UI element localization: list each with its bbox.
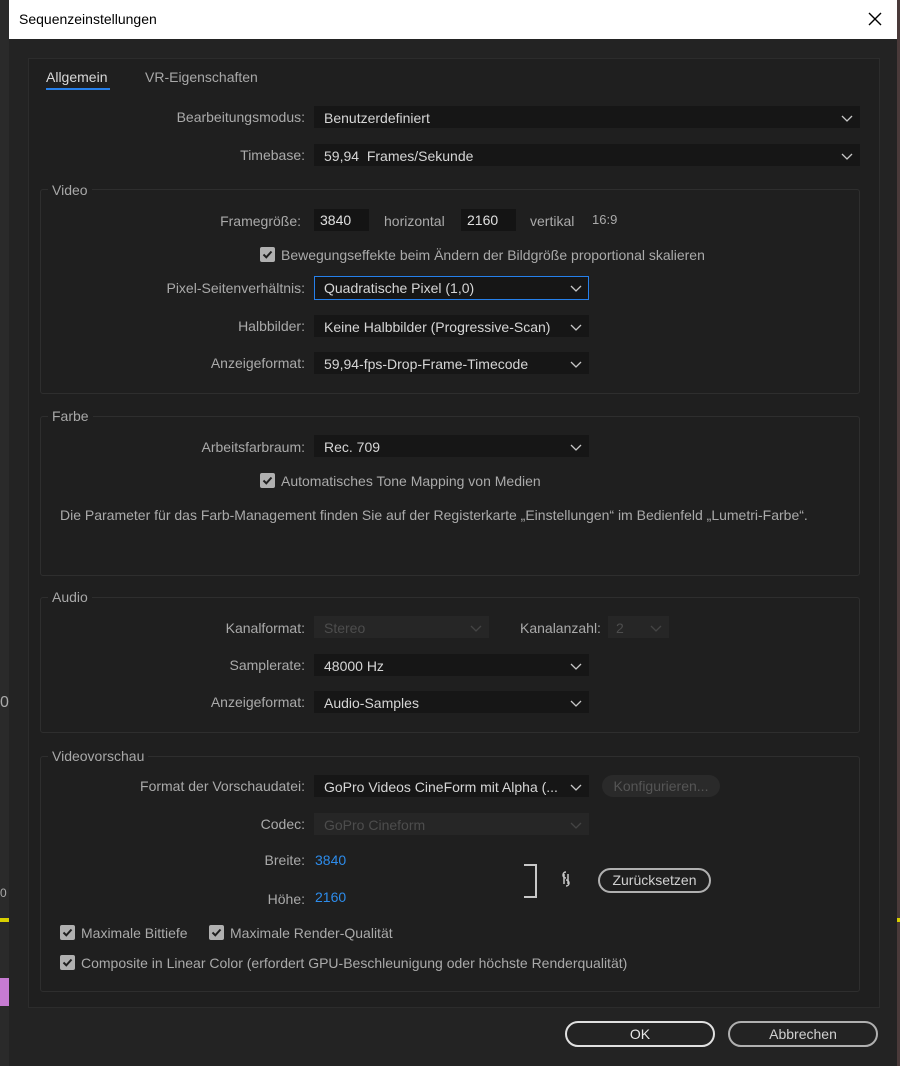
pixel-aspect-label: Pixel-Seitenverhältnis: — [166, 280, 305, 296]
channel-format-label: Kanalformat: — [225, 620, 305, 636]
close-icon[interactable] — [863, 7, 887, 31]
checkmark-icon — [62, 928, 73, 937]
horizontal-label: horizontal — [384, 213, 445, 229]
codec-label: Codec: — [260, 816, 305, 832]
edit-mode-label: Bearbeitungsmodus: — [176, 109, 305, 125]
color-section-title: Farbe — [48, 408, 93, 424]
chevron-down-icon — [570, 700, 582, 707]
link-bracket-icon — [524, 864, 537, 898]
configure-button[interactable]: Konfigurieren... — [602, 775, 720, 797]
background-playhead-marker — [0, 918, 9, 922]
dialog-title: Sequenzeinstellungen — [19, 11, 157, 27]
frame-size-label: Framegröße: — [220, 213, 301, 229]
edit-mode-value: Benutzerdefiniert — [324, 110, 430, 126]
working-space-label: Arbeitsfarbraum: — [201, 439, 305, 455]
sample-rate-dropdown[interactable]: 48000 Hz — [314, 654, 589, 676]
video-preview-section-title: Videovorschau — [48, 748, 149, 764]
max-render-quality-label: Maximale Render-Qualität — [230, 925, 393, 941]
checkmark-icon — [211, 928, 222, 937]
color-management-info: Die Parameter für das Farb-Management fi… — [60, 507, 808, 523]
working-space-value: Rec. 709 — [324, 439, 381, 455]
pixel-aspect-dropdown[interactable]: Quadratische Pixel (1,0) — [314, 276, 589, 300]
audio-display-format-label: Anzeigeformat: — [210, 694, 305, 710]
sample-rate-label: Samplerate: — [229, 657, 305, 673]
max-bit-depth-checkbox[interactable] — [60, 925, 75, 940]
timebase-dropdown[interactable]: 59,94 Frames/Sekunde — [314, 144, 860, 166]
preview-file-format-value: GoPro Videos CineForm mit Alpha (... — [324, 779, 558, 795]
scale-checkbox[interactable] — [260, 247, 275, 262]
dialog-body: Allgemein VR-Eigenschaften Bearbeitungsm… — [9, 39, 897, 1066]
chevron-down-icon — [570, 324, 582, 331]
timebase-value: 59,94 Frames/Sekunde — [324, 148, 474, 164]
fields-dropdown[interactable]: Keine Halbbilder (Progressive-Scan) — [314, 315, 589, 337]
video-display-format-value: 59,94-fps-Drop-Frame-Timecode — [324, 356, 529, 372]
channel-count-value: 2 — [616, 620, 624, 636]
codec-dropdown[interactable]: GoPro Cineform — [314, 813, 589, 835]
chain-link-icon[interactable] — [559, 868, 573, 890]
chevron-down-icon — [470, 625, 482, 632]
tab-general[interactable]: Allgemein — [46, 69, 107, 85]
background-app-left — [0, 0, 9, 1066]
tone-mapping-checkbox[interactable] — [260, 473, 275, 488]
background-timeline-digit: 0 — [0, 694, 9, 711]
max-render-quality-checkbox[interactable] — [209, 925, 224, 940]
reset-button[interactable]: Zurücksetzen — [598, 868, 711, 893]
frame-height-input[interactable]: 2160 — [461, 209, 516, 231]
chevron-down-icon — [570, 822, 582, 829]
timebase-label: Timebase: — [240, 147, 305, 163]
preview-width-value[interactable]: 3840 — [315, 852, 346, 868]
linear-color-label: Composite in Linear Color (erfordert GPU… — [81, 955, 628, 971]
ok-button[interactable]: OK — [565, 1021, 715, 1047]
tone-mapping-label: Automatisches Tone Mapping von Medien — [281, 473, 541, 489]
chevron-down-icon — [841, 153, 853, 160]
chevron-down-icon — [570, 663, 582, 670]
fields-value: Keine Halbbilder (Progressive-Scan) — [324, 319, 551, 335]
background-clip-marker — [0, 978, 9, 1006]
pixel-aspect-value: Quadratische Pixel (1,0) — [324, 280, 475, 296]
preview-width-label: Breite: — [264, 852, 305, 868]
chevron-down-icon — [570, 285, 582, 292]
video-display-format-dropdown[interactable]: 59,94-fps-Drop-Frame-Timecode — [314, 352, 589, 374]
fields-label: Halbbilder: — [238, 318, 305, 334]
max-bit-depth-label: Maximale Bittiefe — [81, 925, 188, 941]
video-display-format-label: Anzeigeformat: — [210, 355, 305, 371]
channel-count-label: Kanalanzahl: — [520, 620, 601, 636]
preview-file-format-label: Format der Vorschaudatei: — [140, 778, 305, 794]
codec-value: GoPro Cineform — [324, 817, 426, 833]
chevron-down-icon — [570, 444, 582, 451]
audio-section-title: Audio — [48, 589, 92, 605]
checkmark-icon — [262, 250, 273, 259]
active-tab-indicator — [46, 88, 110, 90]
linear-color-checkbox[interactable] — [60, 955, 75, 970]
vertical-label: vertikal — [530, 213, 575, 229]
aspect-ratio-label: 16:9 — [592, 212, 618, 227]
audio-display-format-dropdown[interactable]: Audio-Samples — [314, 691, 589, 713]
audio-display-format-value: Audio-Samples — [324, 695, 419, 711]
sample-rate-value: 48000 Hz — [324, 658, 384, 674]
channel-format-dropdown[interactable]: Stereo — [314, 616, 489, 638]
channel-format-value: Stereo — [324, 620, 366, 636]
chevron-down-icon — [570, 784, 582, 791]
frame-width-input[interactable]: 3840 — [314, 209, 369, 231]
dialog-title-bar[interactable]: Sequenzeinstellungen — [9, 0, 897, 40]
tab-vr-properties[interactable]: VR-Eigenschaften — [145, 69, 258, 85]
chevron-down-icon — [570, 361, 582, 368]
preview-height-label: Höhe: — [267, 891, 305, 907]
scale-checkbox-label: Bewegungseffekte beim Ändern der Bildgrö… — [281, 247, 705, 263]
chevron-down-icon — [650, 625, 662, 632]
preview-height-value[interactable]: 2160 — [315, 889, 346, 905]
channel-count-dropdown[interactable]: 2 — [608, 616, 669, 638]
checkmark-icon — [262, 476, 273, 485]
preview-file-format-dropdown[interactable]: GoPro Videos CineForm mit Alpha (... — [314, 775, 589, 797]
working-space-dropdown[interactable]: Rec. 709 — [314, 435, 589, 457]
cancel-button[interactable]: Abbrechen — [728, 1021, 878, 1047]
checkmark-icon — [62, 958, 73, 967]
background-timeline-digit: 0 — [0, 886, 7, 900]
edit-mode-dropdown[interactable]: Benutzerdefiniert — [314, 106, 860, 128]
video-section-title: Video — [48, 182, 92, 198]
chevron-down-icon — [841, 115, 853, 122]
